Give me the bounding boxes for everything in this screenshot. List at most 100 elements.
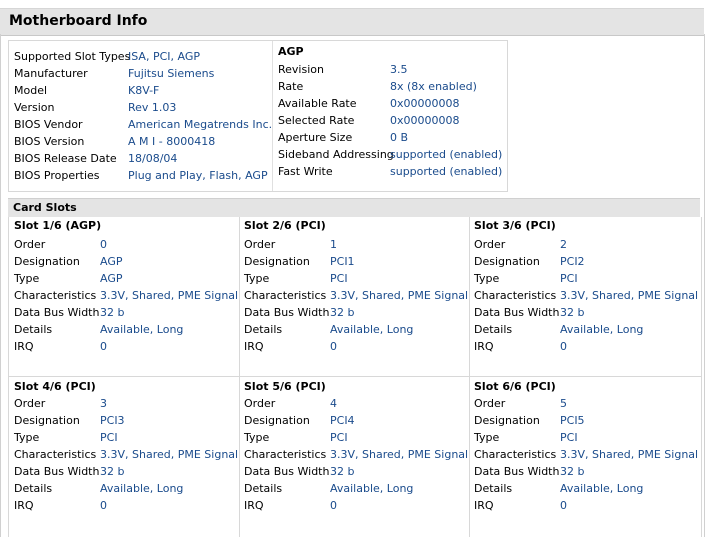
page-title: Motherboard Info [9, 13, 148, 29]
agp-value: 0 B [390, 131, 409, 144]
slot-value: PCI1 [330, 255, 355, 268]
slot-value: 0 [100, 340, 107, 353]
info-label: Version [14, 101, 55, 114]
slot-value: AGP [100, 272, 123, 285]
slot-label: Designation [244, 255, 310, 268]
info-value: Rev 1.03 [128, 101, 177, 114]
slot-value: 32 b [330, 306, 355, 319]
slot-value: 0 [330, 499, 337, 512]
agp-label: Revision [278, 63, 324, 76]
slot-label: Designation [14, 255, 80, 268]
slot-card-4: Slot 4/6 (PCI) Order 3 Designation PCI3 Ty… [9, 378, 238, 528]
agp-value: supported (enabled) [390, 148, 503, 161]
slot-value: PCI4 [330, 414, 355, 427]
right-border [704, 34, 705, 537]
slot-value: PCI [560, 431, 578, 444]
info-value: 18/08/04 [128, 152, 178, 165]
slot-title: Slot 4/6 (PCI) [14, 380, 96, 393]
page-header: Motherboard Info [0, 8, 704, 36]
info-value: American Megatrends Inc. [128, 118, 273, 131]
slot-label: Data Bus Width [14, 465, 100, 478]
slot-label: IRQ [14, 340, 34, 353]
slot-label: Characteristics [244, 448, 327, 461]
slot-label: Type [244, 272, 270, 285]
info-label: Model [14, 84, 48, 97]
slot-label: Data Bus Width [244, 465, 330, 478]
slot-value: PCI [330, 431, 348, 444]
slot-label: Order [14, 397, 46, 410]
agp-label: Fast Write [278, 165, 333, 178]
slot-value: 0 [100, 238, 107, 251]
slot-value: Available, Long [330, 482, 414, 495]
slot-card-5: Slot 5/6 (PCI) Order 4 Designation PCI4 Ty… [239, 378, 469, 528]
slot-label: Data Bus Width [474, 306, 560, 319]
slot-label: Details [14, 482, 53, 495]
slot-value: Available, Long [330, 323, 414, 336]
slot-title: Slot 3/6 (PCI) [474, 219, 556, 232]
slot-value: 4 [330, 397, 337, 410]
info-value: ISA, PCI, AGP [128, 50, 200, 63]
info-value: A M I - 8000418 [128, 135, 216, 148]
slot-label: Order [244, 397, 276, 410]
slot-label: IRQ [244, 340, 264, 353]
slot-value: Available, Long [100, 482, 184, 495]
slot-label: Type [474, 431, 500, 444]
slot-value: PCI [560, 272, 578, 285]
agp-label: Aperture Size [278, 131, 353, 144]
slot-value: 2 [560, 238, 567, 251]
slot-label: Characteristics [474, 289, 557, 302]
card-slots-title: Card Slots [13, 201, 77, 214]
panel-divider [272, 41, 273, 191]
slot-value: 5 [560, 397, 567, 410]
slot-label: IRQ [474, 499, 494, 512]
slot-label: Characteristics [474, 448, 557, 461]
info-value: Fujitsu Siemens [128, 67, 215, 80]
card-slots-grid: Slot 1/6 (AGP) Order 0 Designation AGP Typ… [8, 217, 702, 537]
agp-label: Available Rate [278, 97, 357, 110]
agp-value: supported (enabled) [390, 165, 503, 178]
card-slots-header: Card Slots [8, 198, 700, 217]
slot-value: 32 b [560, 465, 585, 478]
slot-label: Data Bus Width [474, 465, 560, 478]
slot-label: IRQ [244, 499, 264, 512]
slot-value: 3.3V, Shared, PME Signal [330, 289, 469, 302]
left-border [0, 34, 1, 537]
slot-title: Slot 1/6 (AGP) [14, 219, 102, 232]
slot-label: Characteristics [244, 289, 327, 302]
slot-card-1: Slot 1/6 (AGP) Order 0 Designation AGP Typ… [9, 217, 239, 367]
info-label: BIOS Version [14, 135, 85, 148]
slot-title: Slot 6/6 (PCI) [474, 380, 556, 393]
slot-label: Order [14, 238, 46, 251]
agp-value: 0x00000008 [390, 97, 460, 110]
slot-value: 32 b [100, 306, 125, 319]
slot-value: PCI2 [560, 255, 585, 268]
slot-label: Details [244, 323, 283, 336]
slot-value: Available, Long [560, 482, 644, 495]
slot-value: 32 b [100, 465, 125, 478]
slot-value: 0 [560, 340, 567, 353]
info-label: BIOS Properties [14, 169, 100, 182]
slot-value: 0 [330, 340, 337, 353]
slot-value: 32 b [330, 465, 355, 478]
agp-label: Rate [278, 80, 304, 93]
slot-label: IRQ [14, 499, 34, 512]
slot-value: 3.3V, Shared, PME Signal [330, 448, 469, 461]
slot-value: 3.3V, Shared, PME Signal [560, 448, 699, 461]
slot-label: Type [244, 431, 270, 444]
slot-value: PCI3 [100, 414, 125, 427]
slot-label: Order [474, 397, 506, 410]
slot-value: 3 [100, 397, 107, 410]
slot-label: Designation [474, 255, 540, 268]
slot-value: PCI5 [560, 414, 585, 427]
agp-value: 3.5 [390, 63, 408, 76]
agp-label: Selected Rate [278, 114, 355, 127]
slot-value: PCI [330, 272, 348, 285]
slot-value: 3.3V, Shared, PME Signal [100, 289, 239, 302]
slot-value: Available, Long [560, 323, 644, 336]
slot-title: Slot 5/6 (PCI) [244, 380, 326, 393]
slot-label: Designation [474, 414, 540, 427]
slot-label: Details [474, 323, 513, 336]
slot-label: Order [474, 238, 506, 251]
info-label: BIOS Release Date [14, 152, 117, 165]
agp-title: AGP [278, 45, 304, 58]
